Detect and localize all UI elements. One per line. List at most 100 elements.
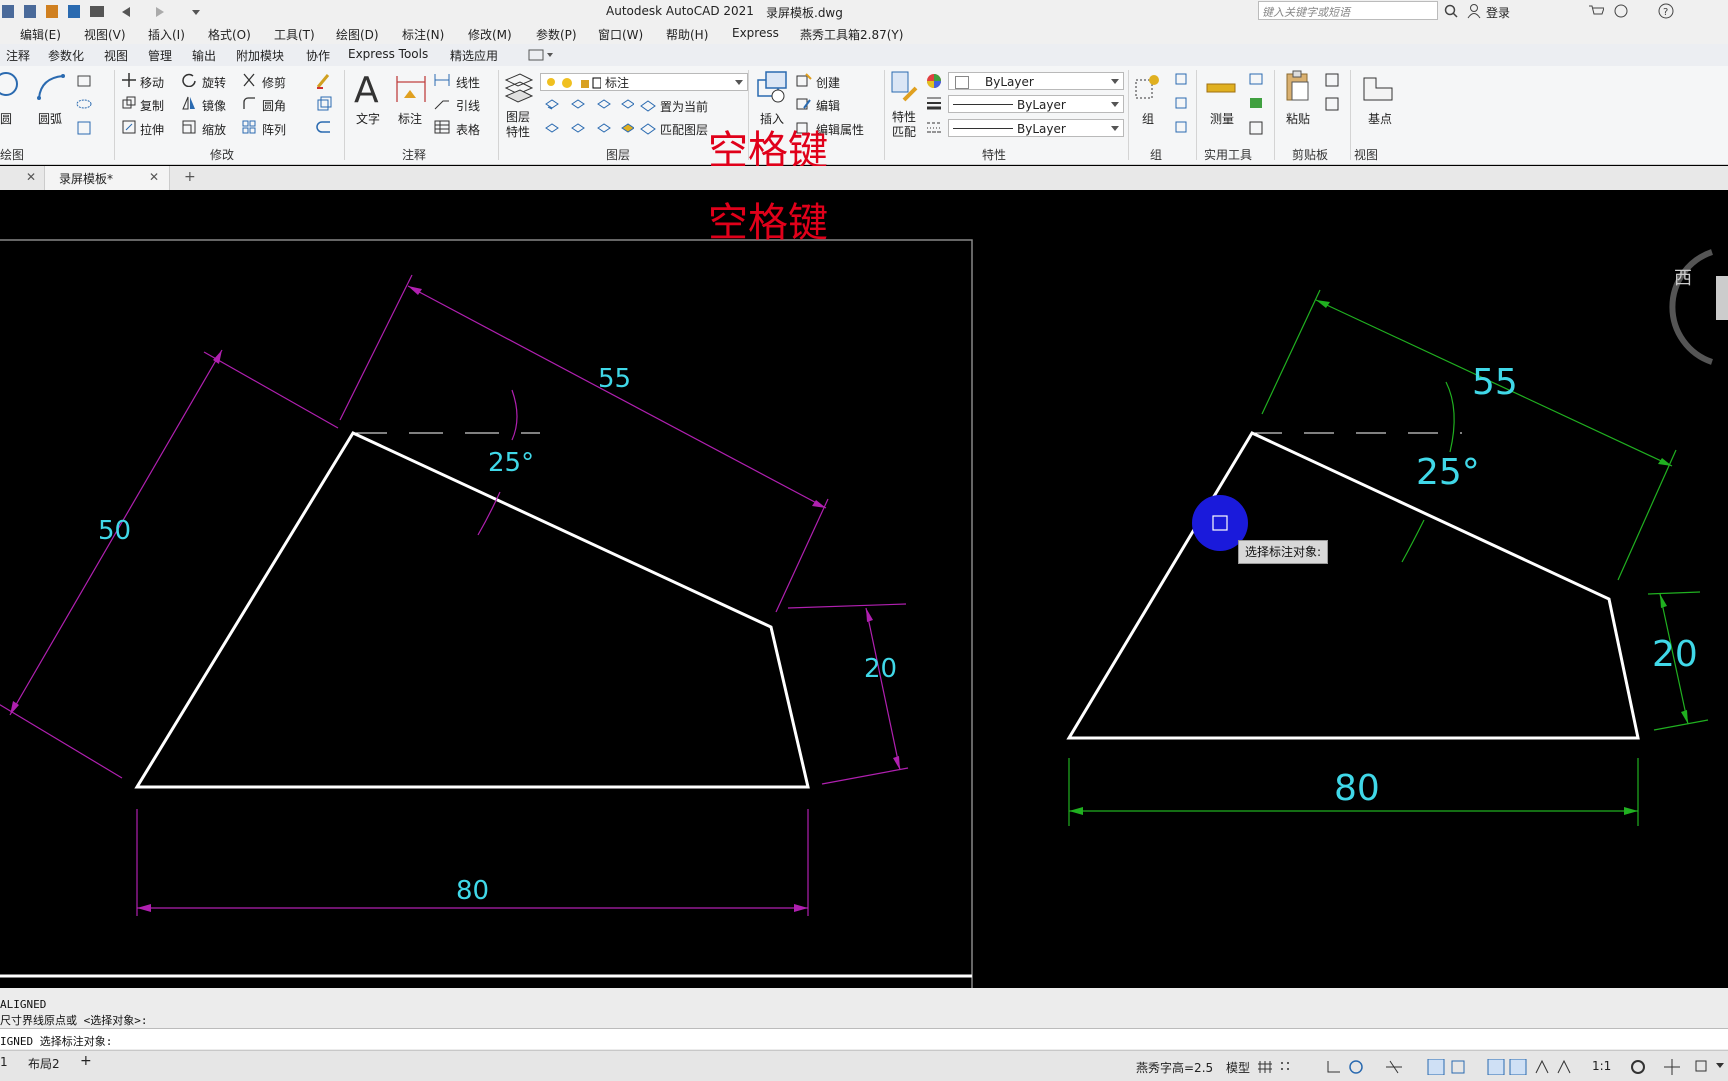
edit-block-button[interactable]: 编辑 <box>816 97 840 114</box>
search-icon[interactable] <box>1444 4 1458 18</box>
explode-icon[interactable] <box>316 96 332 112</box>
set-current-button[interactable]: 置为当前 <box>660 98 708 115</box>
file-tab[interactable]: 录屏模板* ✕ <box>44 166 170 190</box>
paste-button[interactable]: 粘贴 <box>1286 110 1310 127</box>
customize-qat-icon[interactable] <box>192 10 200 15</box>
close-icon[interactable]: ✕ <box>149 170 159 184</box>
tab-featured-apps[interactable]: 精选应用 <box>450 47 498 64</box>
mirror-button[interactable]: 镜像 <box>202 97 226 114</box>
linetype-icon[interactable] <box>926 120 942 134</box>
hatch-icon[interactable] <box>77 121 91 135</box>
base-point-button[interactable]: 基点 <box>1368 110 1392 127</box>
utility-tools-icons[interactable] <box>1248 72 1264 136</box>
leader-button[interactable]: 引线 <box>456 97 480 114</box>
measure-button[interactable]: 测量 <box>1210 110 1234 127</box>
lineweight-dropdown[interactable]: ByLayer <box>948 119 1124 137</box>
table-button[interactable]: 表格 <box>456 121 480 138</box>
open-icon[interactable] <box>46 5 58 18</box>
utilities-panel-title[interactable]: 实用工具 <box>1204 146 1252 163</box>
autodesk-a360-icon[interactable] <box>1612 3 1630 19</box>
linear-button[interactable]: 线性 <box>456 74 480 91</box>
lineweight-toggle-icon[interactable] <box>1487 1059 1505 1075</box>
login-button[interactable]: 登录 <box>1486 4 1510 21</box>
circle-button[interactable]: 圆 <box>0 110 12 127</box>
layers-panel-title[interactable]: 图层 <box>606 146 630 163</box>
menu-view[interactable]: 视图(V) <box>84 26 126 43</box>
user-icon[interactable] <box>1466 3 1482 19</box>
publish-icon[interactable] <box>68 5 80 18</box>
view-panel-title[interactable]: 视图 <box>1354 146 1378 163</box>
erase-icon[interactable] <box>316 73 332 89</box>
new-tab-icon[interactable]: + <box>184 169 196 185</box>
match-layer-button[interactable]: 匹配图层 <box>660 121 708 138</box>
crosshair-icon[interactable] <box>1664 1059 1680 1075</box>
snap-icon[interactable] <box>1281 1062 1289 1070</box>
tab-express-tools[interactable]: Express Tools <box>348 47 428 61</box>
auto-scale-icon[interactable] <box>1535 1059 1549 1074</box>
drawing-canvas[interactable]: 55 50 25° 20 80 55 25° 20 80 选择标注对象: 空格键… <box>0 190 1728 988</box>
rotate-button[interactable]: 旋转 <box>202 74 226 91</box>
trim-button[interactable]: 修剪 <box>262 74 286 91</box>
redo-icon[interactable] <box>156 7 164 17</box>
match-properties-button[interactable]: 特性匹配 <box>892 110 922 140</box>
add-layout-icon[interactable]: + <box>80 1053 92 1069</box>
dimension-button[interactable]: 标注 <box>398 110 422 127</box>
status-toggles[interactable] <box>1258 1059 1598 1075</box>
print-icon[interactable] <box>90 6 104 17</box>
menu-draw[interactable]: 绘图(D) <box>336 26 379 43</box>
tab-view[interactable]: 视图 <box>104 47 128 64</box>
right-trapezoid-shape[interactable] <box>1066 431 1640 740</box>
array-button[interactable]: 阵列 <box>262 121 286 138</box>
menu-yanxiu[interactable]: 燕秀工具箱2.87(Y) <box>800 26 903 43</box>
customize-statusbar-icon[interactable] <box>1716 1063 1724 1068</box>
menu-express[interactable]: Express <box>732 26 779 40</box>
tab-manage[interactable]: 管理 <box>148 47 172 64</box>
copy-button[interactable]: 复制 <box>140 97 164 114</box>
arc-button[interactable]: 圆弧 <box>38 110 62 127</box>
group-tools-icons[interactable] <box>1174 72 1190 136</box>
command-input[interactable]: IGNED 选择标注对象: <box>0 1028 1728 1049</box>
properties-panel-title[interactable]: 特性 <box>982 146 1006 163</box>
stretch-button[interactable]: 拉伸 <box>140 121 164 138</box>
layer-tools-icons[interactable] <box>544 96 634 140</box>
offset-icon[interactable] <box>316 120 332 136</box>
undo-icon[interactable] <box>122 7 130 17</box>
text-button[interactable]: 文字 <box>356 110 380 127</box>
groups-panel-title[interactable]: 组 <box>1150 146 1162 163</box>
tab-output[interactable]: 输出 <box>192 47 216 64</box>
menu-dimension[interactable]: 标注(N) <box>402 26 444 43</box>
search-input[interactable]: 键入关键字或短语 <box>1262 4 1350 20</box>
quick-access-toolbar[interactable] <box>0 2 200 22</box>
circle-icon[interactable] <box>0 70 26 100</box>
left-dimensions[interactable] <box>0 274 909 916</box>
draw-panel-title[interactable]: 绘图 <box>0 146 24 163</box>
model-space-button[interactable]: 模型 <box>1226 1059 1250 1076</box>
menu-edit[interactable]: 编辑(E) <box>20 26 61 43</box>
annotation-scale-icon[interactable] <box>1557 1059 1571 1074</box>
gear-icon[interactable] <box>1631 1060 1645 1074</box>
menu-window[interactable]: 窗口(W) <box>598 26 643 43</box>
drawing-svg[interactable] <box>0 190 1728 988</box>
object-snap-tracking-icon[interactable] <box>1427 1059 1445 1075</box>
object-snap-icon[interactable] <box>1451 1060 1465 1074</box>
help-icon[interactable]: ? <box>1658 3 1674 19</box>
right-dimensions[interactable] <box>1068 289 1709 826</box>
create-block-button[interactable]: 创建 <box>816 74 840 91</box>
ellipse-icon[interactable] <box>76 99 92 109</box>
color-wheel-icon[interactable] <box>926 73 942 89</box>
fillet-button[interactable]: 圆角 <box>262 97 286 114</box>
cart-icon[interactable] <box>1588 4 1604 18</box>
menu-help[interactable]: 帮助(H) <box>666 26 708 43</box>
layout-tab-1[interactable]: 1 <box>0 1055 8 1069</box>
save-as-icon[interactable] <box>24 5 36 18</box>
tab-addins[interactable]: 附加模块 <box>236 47 284 64</box>
layout-tab-2[interactable]: 布局2 <box>28 1055 60 1072</box>
viewcube-face[interactable] <box>1716 276 1728 320</box>
annotation-panel-title[interactable]: 注释 <box>402 146 426 163</box>
tab-collaborate[interactable]: 协作 <box>306 47 330 64</box>
lineweight-icon[interactable] <box>926 96 942 110</box>
left-trapezoid-shape[interactable] <box>134 431 810 789</box>
tab-parametric[interactable]: 参数化 <box>48 47 84 64</box>
linetype-dropdown[interactable]: ByLayer <box>948 95 1124 113</box>
isodraft-icon[interactable] <box>1386 1060 1402 1074</box>
